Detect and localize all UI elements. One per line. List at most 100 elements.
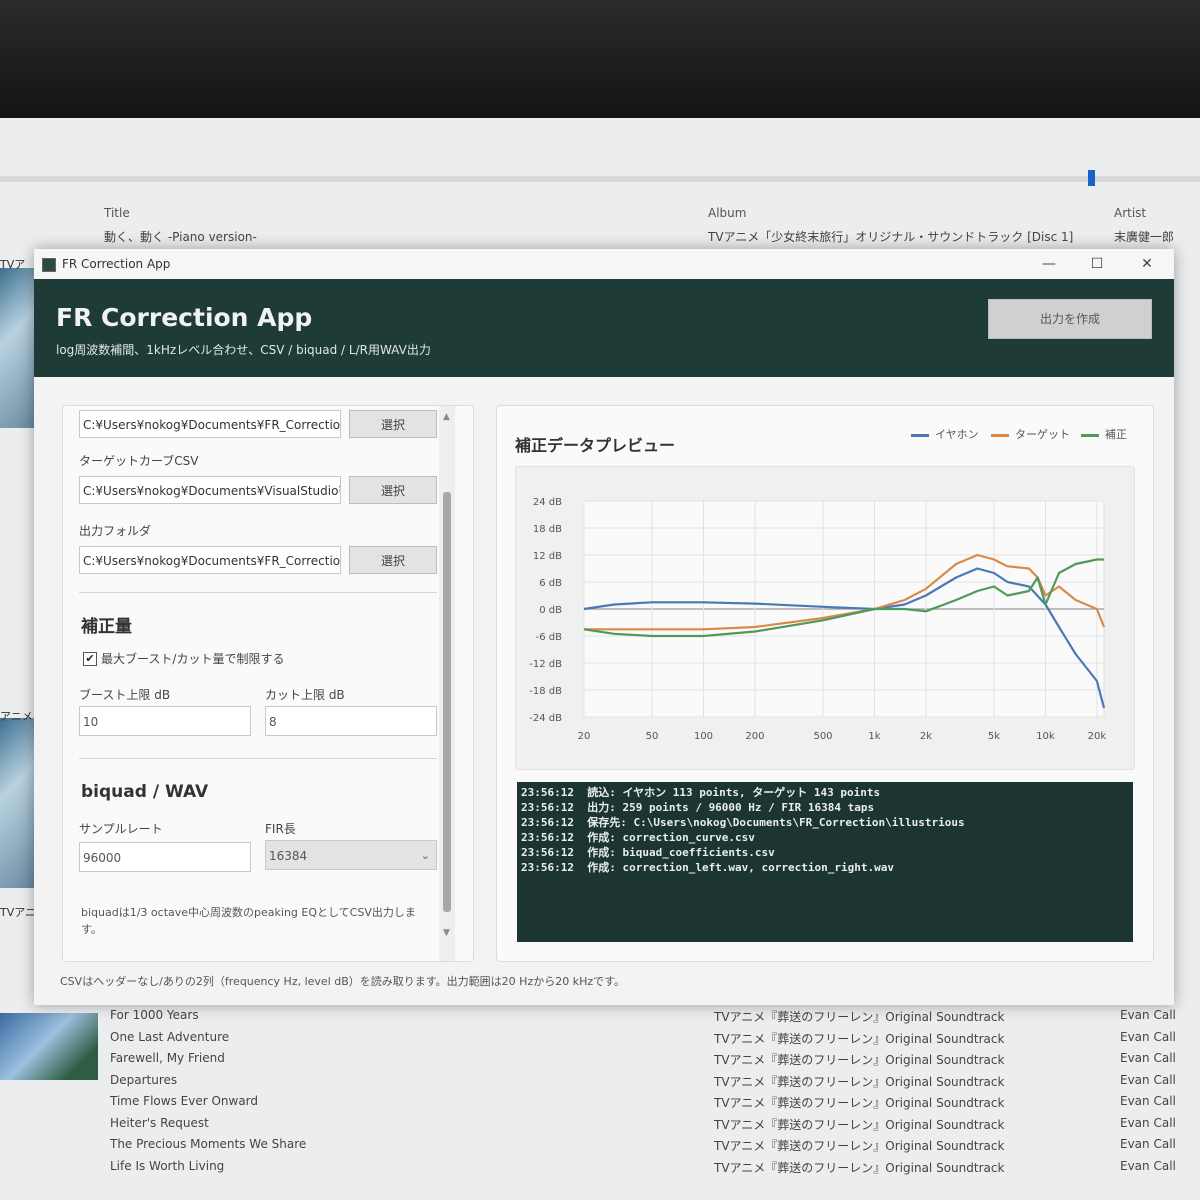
legend-label: 補正: [1105, 428, 1127, 441]
biquad-hint: biquadは1/3 octave中心周波数のpeaking EQとしてCSV出…: [81, 906, 416, 936]
minimize-button[interactable]: —: [1026, 251, 1072, 277]
x-tick-label: 500: [813, 731, 832, 742]
limit-checkbox[interactable]: ✔: [83, 652, 97, 666]
target-csv-path-input[interactable]: C:¥Users¥nokog¥Documents¥VisualStudio¥FR: [79, 476, 341, 504]
track-title: For 1000 Years: [110, 1008, 199, 1022]
samplerate-label: サンプルレート: [79, 822, 163, 836]
target-select-button[interactable]: 選択: [349, 476, 437, 504]
generate-output-button[interactable]: 出力を作成: [988, 299, 1152, 339]
track-row[interactable]: Farewell, My Friend TVアニメ『葬送のフリーレン』Origin…: [110, 1051, 1200, 1073]
app-header: FR Correction App log周波数補間、1kHzレベル合わせ、CS…: [34, 279, 1174, 377]
output-select-button[interactable]: 選択: [349, 546, 437, 574]
boost-limit-label: ブースト上限 dB: [79, 688, 171, 702]
album-art-thumbnail[interactable]: [0, 1013, 98, 1080]
y-tick-label: -12 dB: [529, 659, 562, 670]
column-artist[interactable]: Artist: [1114, 206, 1146, 220]
close-button[interactable]: ✕: [1124, 251, 1170, 277]
correction-section-title: 補正量: [81, 617, 132, 637]
y-tick-label: 6 dB: [539, 578, 562, 589]
legend-swatch: [911, 433, 929, 437]
log-line: 23:56:12 出力: 259 points / 96000 Hz / FIR…: [521, 801, 875, 814]
legend-label: ターゲット: [1015, 428, 1070, 441]
x-tick-label: 2k: [920, 731, 932, 742]
track-list: For 1000 Years TVアニメ『葬送のフリーレン』Original So…: [110, 1008, 1200, 1180]
fir-length-value: 16384: [269, 849, 308, 863]
x-tick-label: 200: [745, 731, 764, 742]
scrollbar-thumb[interactable]: [443, 492, 451, 912]
track-row[interactable]: Time Flows Ever Onward TVアニメ『葬送のフリーレン』Ori…: [110, 1094, 1200, 1116]
chevron-down-icon: ⌄: [420, 849, 430, 862]
now-playing-artist: 末廣健一郎: [1114, 230, 1175, 244]
earphone-csv-path-input[interactable]: C:¥Users¥nokog¥Documents¥FR_Correction¥i: [79, 410, 341, 438]
fir-length-select[interactable]: 16384 ⌄: [265, 840, 437, 870]
column-album[interactable]: Album: [708, 206, 746, 220]
app-title: FR Correction App: [56, 303, 313, 332]
track-album: TVアニメ『葬送のフリーレン』Original Soundtrack: [714, 1010, 1005, 1024]
limit-checkbox-label[interactable]: 最大ブースト/カット量で制限する: [101, 650, 284, 667]
output-folder-label: 出力フォルダ: [79, 524, 152, 538]
legend-swatch: [1081, 433, 1099, 437]
seek-handle[interactable]: [1088, 170, 1095, 186]
output-folder-path-input[interactable]: C:¥Users¥nokog¥Documents¥FR_Correction¥i: [79, 546, 341, 574]
x-tick-label: 5k: [988, 731, 1000, 742]
scroll-down-icon[interactable]: ▼: [443, 928, 450, 938]
biquad-section-title: biquad / WAV: [81, 782, 209, 802]
samplerate-input[interactable]: 96000: [79, 842, 251, 872]
log-line: 23:56:12 作成: correction_left.wav, correc…: [521, 861, 894, 874]
track-row[interactable]: For 1000 Years TVアニメ『葬送のフリーレン』Original So…: [110, 1008, 1200, 1030]
cut-limit-label: カット上限 dB: [265, 688, 345, 702]
scroll-up-icon[interactable]: ▲: [443, 412, 450, 422]
y-tick-label: 12 dB: [533, 551, 562, 562]
section-divider: [79, 592, 437, 593]
track-row[interactable]: The Precious Moments We Share TVアニメ『葬送のフリ…: [110, 1137, 1200, 1159]
track-album: TVアニメ『葬送のフリーレン』Original Soundtrack: [714, 1053, 1005, 1067]
earphone-select-button[interactable]: 選択: [349, 410, 437, 438]
seek-bar[interactable]: [0, 176, 1200, 182]
track-artist: Evan Call: [1120, 1072, 1176, 1087]
track-artist: Evan Call: [1120, 1137, 1176, 1151]
track-artist: Evan Call: [1120, 1008, 1176, 1022]
log-output: 23:56:12 読込: イヤホン 113 points, ターゲット 143 …: [517, 782, 1133, 942]
track-artist: Evan Call: [1120, 1051, 1176, 1065]
y-tick-label: -18 dB: [529, 686, 562, 697]
log-line: 23:56:12 作成: correction_curve.csv: [521, 831, 755, 844]
x-tick-label: 100: [694, 731, 713, 742]
background-music-player: Title Album Artist 動く、動く -Piano version-…: [0, 118, 1200, 1200]
track-album: TVアニメ『葬送のフリーレン』Original Soundtrack: [714, 1117, 1005, 1132]
track-album: TVアニメ『葬送のフリーレン』Original Soundtrack: [714, 1160, 1005, 1175]
app-icon: [42, 258, 56, 272]
y-tick-label: 24 dB: [533, 497, 562, 508]
track-album: TVアニメ『葬送のフリーレン』Original Soundtrack: [714, 1031, 1005, 1046]
monitor-bezel: [0, 0, 1200, 125]
album-art-thumbnail[interactable]: [0, 268, 34, 428]
track-title: The Precious Moments We Share: [110, 1137, 307, 1151]
track-title: Life Is Worth Living: [110, 1158, 225, 1173]
track-row[interactable]: One Last Adventure TVアニメ『葬送のフリーレン』Origina…: [110, 1030, 1200, 1052]
track-album: TVアニメ『葬送のフリーレン』Original Soundtrack: [714, 1074, 1005, 1089]
boost-limit-input[interactable]: 10: [79, 706, 251, 736]
legend-correction: 補正: [1081, 426, 1127, 442]
column-title[interactable]: Title: [104, 206, 130, 220]
track-title: One Last Adventure: [110, 1029, 230, 1044]
track-row[interactable]: Life Is Worth Living TVアニメ『葬送のフリーレン』Origi…: [110, 1159, 1200, 1181]
x-tick-label: 1k: [868, 731, 880, 742]
title-bar[interactable]: FR Correction App — ☐ ✕: [34, 249, 1174, 279]
album-art-thumbnail[interactable]: [0, 718, 34, 888]
section-divider: [79, 758, 437, 759]
track-artist: Evan Call: [1120, 1029, 1176, 1044]
maximize-button[interactable]: ☐: [1074, 251, 1120, 277]
cut-limit-input[interactable]: 8: [265, 706, 437, 736]
y-tick-label: -24 dB: [529, 713, 562, 724]
footer-note: CSVはヘッダーなし/ありの2列（frequency Hz, level dB）…: [60, 975, 626, 988]
track-title: Time Flows Ever Onward: [110, 1094, 259, 1108]
track-artist: Evan Call: [1120, 1158, 1176, 1173]
track-row[interactable]: Heiter's Request TVアニメ『葬送のフリーレン』Original …: [110, 1116, 1200, 1138]
track-artist: Evan Call: [1120, 1115, 1176, 1130]
target-csv-label: ターゲットカーブCSV: [79, 454, 199, 468]
log-line: 23:56:12 作成: biquad_coefficients.csv: [521, 846, 775, 859]
track-row[interactable]: Departures TVアニメ『葬送のフリーレン』Original Soundt…: [110, 1073, 1200, 1095]
y-tick-label: -6 dB: [536, 632, 562, 643]
log-line: 23:56:12 読込: イヤホン 113 points, ターゲット 143 …: [521, 786, 881, 799]
sidebar-album-label: TVアニ: [0, 906, 37, 919]
x-tick-label: 10k: [1036, 731, 1055, 742]
